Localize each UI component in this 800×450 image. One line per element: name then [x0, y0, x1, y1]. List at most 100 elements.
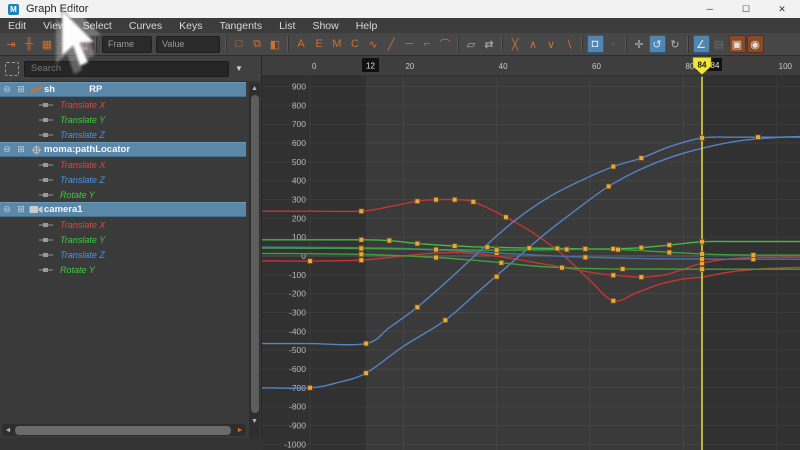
scroll-up-icon[interactable]: ▲	[249, 83, 260, 94]
normalized-view-button-icon[interactable]: ◧	[267, 35, 284, 53]
menu-tangents[interactable]: Tangents	[219, 20, 262, 32]
break-tangents-button-icon[interactable]: ╳	[507, 35, 524, 53]
keyframe[interactable]	[582, 246, 589, 252]
bookmarks-button-icon[interactable]: ▣	[728, 35, 746, 53]
absolute-view-button-icon[interactable]: □	[231, 35, 248, 53]
keyframe[interactable]	[358, 257, 365, 263]
keyframe[interactable]	[358, 208, 365, 214]
search-dropdown-chevron-icon[interactable]: ▼	[235, 64, 243, 73]
outliner-channel-row[interactable]: Rotate Y	[0, 187, 246, 202]
keyframe[interactable]	[610, 272, 617, 279]
expand-box-icon[interactable]: ⊞	[14, 84, 28, 95]
outliner-channel-row[interactable]: Translate X	[0, 157, 246, 172]
outliner-channel-row[interactable]: Translate X	[0, 217, 246, 232]
outliner-channel-row[interactable]: Translate X	[0, 97, 246, 112]
outliner-group-row[interactable]: ⊖ ⊞ camera1	[0, 202, 246, 217]
outliner-horizontal-scrollbar[interactable]: ◄ ►	[2, 424, 246, 436]
keyframe[interactable]	[619, 266, 626, 272]
keyframe[interactable]	[433, 246, 439, 253]
stacked-view-button-icon[interactable]: ⧉	[249, 35, 266, 53]
keyframe[interactable]	[554, 245, 561, 252]
outliner-group-row[interactable]: ⊖ ⊞ sh RP	[0, 82, 246, 97]
keyframe[interactable]	[433, 196, 439, 203]
auto-tangent-button-icon[interactable]: A	[293, 35, 310, 53]
step-tangent-button-icon[interactable]: ⌐	[419, 35, 436, 53]
scroll-down-icon[interactable]: ▼	[249, 416, 260, 427]
keyframe[interactable]	[307, 385, 313, 391]
keyframe[interactable]	[699, 135, 705, 141]
keyframe[interactable]	[699, 266, 705, 272]
curve-display-toggle-icon[interactable]: ∠	[692, 35, 710, 53]
menu-select[interactable]: Select	[83, 20, 112, 32]
keyframe[interactable]	[493, 273, 500, 280]
keyframe[interactable]	[433, 254, 439, 261]
frame-field[interactable]: Frame	[102, 35, 152, 53]
linear-tangent-button-icon[interactable]: ╱	[383, 35, 400, 53]
keyframe[interactable]	[414, 198, 421, 205]
collapse-toggle-icon[interactable]: ⊖	[0, 84, 14, 95]
mixed-tangent-button-icon[interactable]: M	[329, 35, 346, 53]
ease-tangent-button-icon[interactable]: E	[311, 35, 328, 53]
outliner-vertical-scrollbar[interactable]: ▲ ▼	[249, 83, 260, 450]
keyframe[interactable]	[470, 198, 477, 205]
keyframe[interactable]	[498, 259, 505, 266]
close-button[interactable]: ✕	[764, 0, 800, 18]
keyframe[interactable]	[610, 163, 617, 170]
menu-edit[interactable]: Edit	[8, 20, 26, 32]
retime-tool-icon[interactable]: ◫	[75, 35, 92, 53]
title-bar[interactable]: M Graph Editor ─ ☐ ✕	[0, 0, 800, 19]
keyframe[interactable]	[699, 256, 705, 262]
minimize-button[interactable]: ─	[692, 0, 728, 18]
keyframe[interactable]	[358, 237, 365, 243]
menu-curves[interactable]: Curves	[129, 20, 162, 32]
menu-help[interactable]: Help	[356, 20, 378, 32]
value-snap-toggle-icon[interactable]: ▫	[605, 35, 622, 53]
pre-infinity-cycle-toggle-icon[interactable]: ↺	[648, 35, 666, 53]
vertical-scroll-thumb[interactable]	[250, 95, 259, 413]
swap-buffer-curve-button-icon[interactable]: ⇄	[481, 35, 498, 53]
scroll-left-icon[interactable]: ◄	[2, 424, 14, 436]
keyframe[interactable]	[363, 370, 369, 376]
keyframe[interactable]	[666, 242, 673, 248]
horizontal-scroll-thumb[interactable]	[15, 425, 231, 435]
time-snap-toggle-icon[interactable]: ◘	[586, 35, 604, 53]
keyframe[interactable]	[526, 245, 533, 251]
spline-tangent-button-icon[interactable]: ∿	[365, 35, 382, 53]
keyframe[interactable]	[750, 252, 757, 258]
outliner-channel-row[interactable]: Rotate Y	[0, 262, 246, 277]
menu-view[interactable]: View	[43, 20, 66, 32]
keyframe[interactable]	[582, 254, 589, 261]
maximize-button[interactable]: ☐	[728, 0, 764, 18]
keyframe[interactable]	[610, 298, 617, 304]
keyframe[interactable]	[666, 249, 673, 256]
lock-tangent-weight-button-icon[interactable]: ∖	[561, 35, 578, 53]
options-button-icon[interactable]: ◉	[746, 35, 764, 53]
collapse-toggle-icon[interactable]: ⊖	[0, 204, 14, 215]
keyframe[interactable]	[699, 238, 705, 245]
pan-view-button-icon[interactable]: ✛	[631, 35, 648, 53]
unify-tangents-button-icon[interactable]: ∧	[525, 35, 542, 53]
keyframe[interactable]	[442, 317, 449, 324]
keyframe[interactable]	[493, 247, 500, 253]
keyframe[interactable]	[451, 243, 458, 249]
keyframe[interactable]	[755, 134, 761, 140]
insert-keys-tool-icon[interactable]: ╫	[21, 35, 38, 53]
result-curves-toggle-icon[interactable]: ▤	[711, 35, 728, 53]
keyframe[interactable]	[638, 244, 645, 251]
clamped-tangent-button-icon[interactable]: C	[347, 35, 364, 53]
keyframe[interactable]	[363, 340, 369, 347]
collapse-toggle-icon[interactable]: ⊖	[0, 144, 14, 155]
free-tangent-weight-button-icon[interactable]: ∨	[543, 35, 560, 53]
value-field[interactable]: Value	[156, 35, 220, 53]
post-infinity-cycle-toggle-icon[interactable]: ↻	[667, 35, 684, 53]
lattice-deform-keys-tool-icon[interactable]: ▦	[39, 35, 56, 53]
select-filter-icon[interactable]	[5, 61, 19, 76]
menu-keys[interactable]: Keys	[179, 20, 202, 32]
keyframe[interactable]	[484, 244, 491, 250]
outliner-group-row[interactable]: ⊖ ⊞ moma:pathLocator	[0, 142, 246, 157]
region-keys-tool-icon[interactable]: ▭	[57, 35, 74, 53]
outliner-channel-row[interactable]: Translate Y	[0, 112, 246, 127]
outliner-channel-row[interactable]: Translate Z	[0, 127, 246, 142]
search-input[interactable]	[24, 60, 229, 77]
expand-box-icon[interactable]: ⊞	[14, 204, 28, 215]
